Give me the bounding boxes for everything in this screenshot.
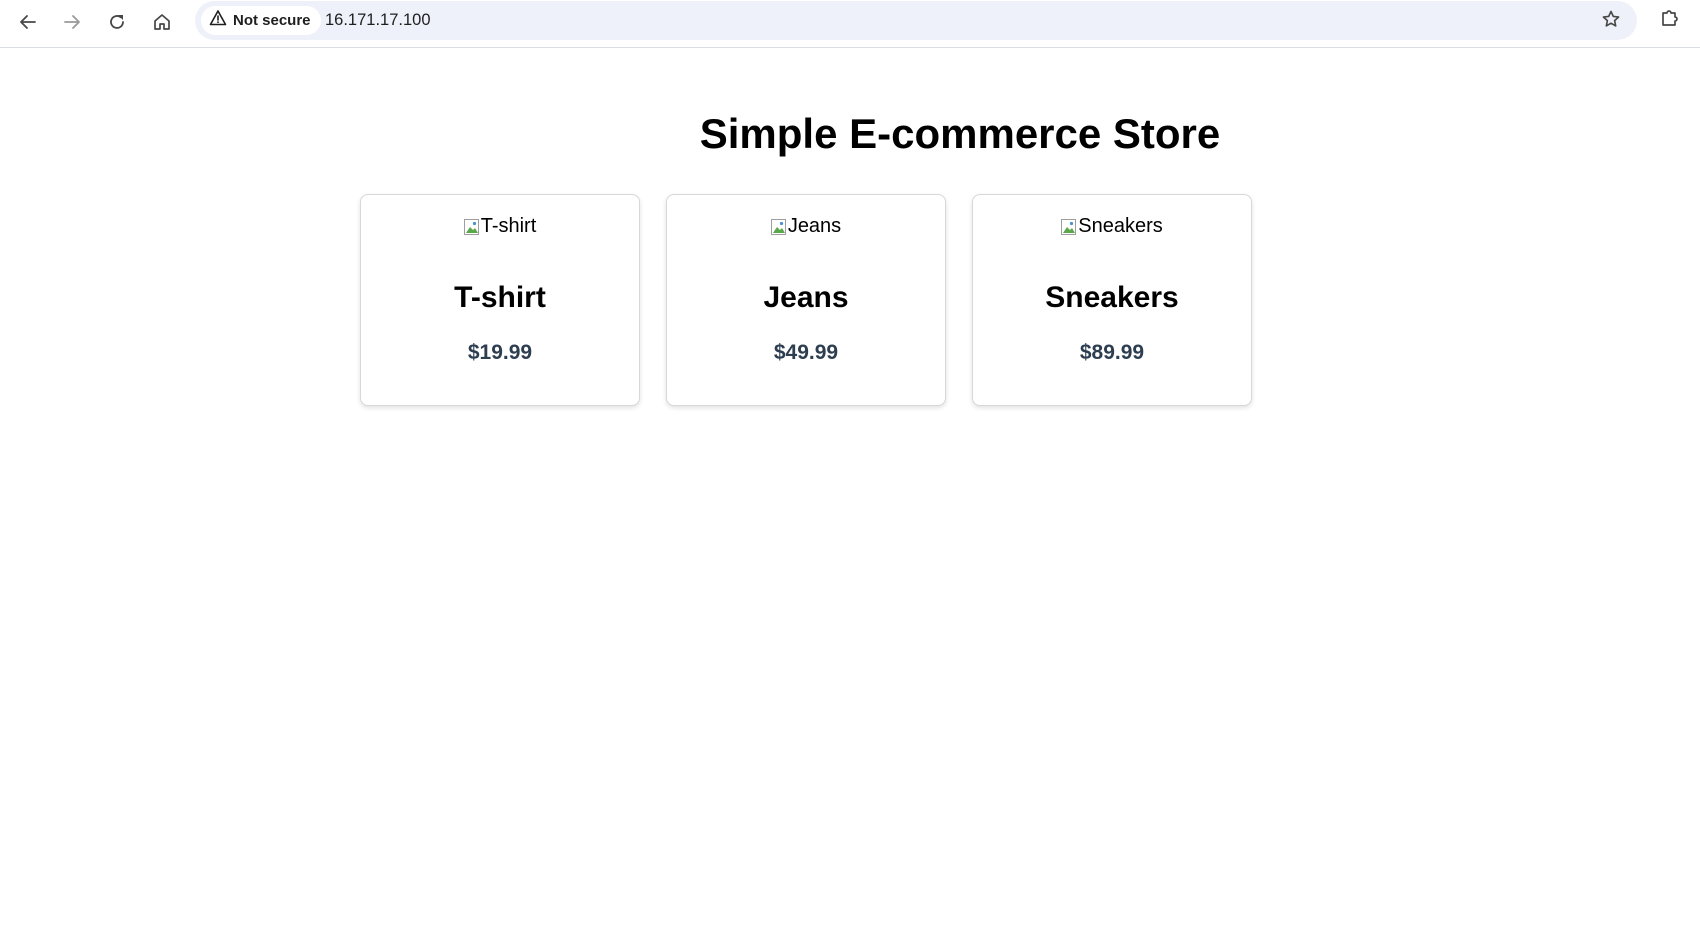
- product-price: $89.99: [1079, 341, 1145, 364]
- product-grid: T-shirt T-shirt $19.99 Jeans Jeans $49.9…: [360, 194, 1252, 406]
- product-name: Sneakers: [1045, 281, 1179, 314]
- back-button[interactable]: [10, 4, 46, 40]
- broken-image-icon: [463, 218, 480, 236]
- security-label: Not secure: [233, 12, 311, 29]
- reload-icon: [107, 12, 127, 32]
- forward-arrow-icon: [62, 12, 82, 32]
- product-image: Jeans: [667, 215, 945, 238]
- product-price: $19.99: [467, 341, 533, 364]
- home-icon: [152, 12, 172, 32]
- security-indicator[interactable]: Not secure: [201, 6, 321, 35]
- product-name: Jeans: [763, 281, 849, 314]
- page-content: Simple E-commerce Store T-shirt T-shirt …: [0, 48, 1700, 929]
- bookmark-button[interactable]: [1593, 3, 1629, 39]
- forward-button[interactable]: [54, 4, 90, 40]
- product-image: T-shirt: [361, 215, 639, 238]
- page-title: Simple E-commerce Store: [699, 110, 1221, 157]
- product-name: T-shirt: [454, 281, 546, 314]
- back-arrow-icon: [18, 12, 38, 32]
- product-card: T-shirt T-shirt $19.99: [360, 194, 640, 406]
- broken-image-icon: [770, 218, 787, 236]
- star-icon: [1601, 9, 1621, 34]
- product-image-alt: Jeans: [787, 215, 842, 237]
- reload-button[interactable]: [99, 4, 135, 40]
- home-button[interactable]: [144, 4, 180, 40]
- product-card: Jeans Jeans $49.99: [666, 194, 946, 406]
- product-image: Sneakers: [973, 215, 1251, 238]
- product-image-alt: T-shirt: [480, 215, 537, 237]
- broken-image-icon: [1061, 218, 1077, 236]
- warning-triangle-icon: [209, 9, 227, 32]
- address-bar[interactable]: Not secure: [195, 1, 1637, 40]
- product-price: $49.99: [773, 341, 839, 364]
- puzzle-icon: [1659, 7, 1681, 34]
- browser-toolbar: Not secure: [0, 0, 1700, 48]
- extensions-button[interactable]: [1652, 2, 1688, 38]
- product-card: Sneakers Sneakers $89.99: [972, 194, 1252, 406]
- product-image-alt: Sneakers: [1078, 215, 1163, 237]
- url-input[interactable]: [325, 11, 1525, 30]
